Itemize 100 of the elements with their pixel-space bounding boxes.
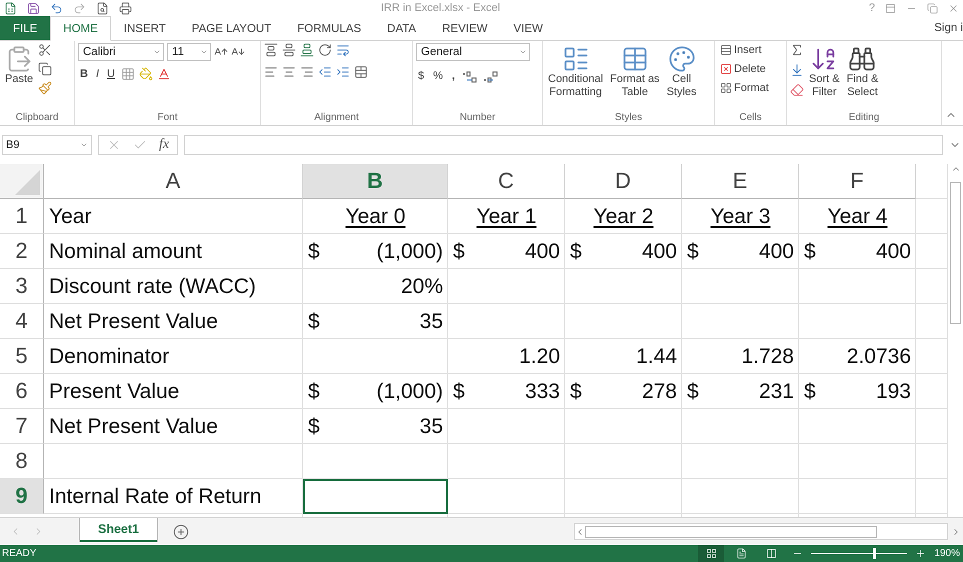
print-preview-icon[interactable]	[96, 2, 109, 14]
cell-value: 193	[876, 380, 911, 404]
decrease-indent-icon[interactable]	[318, 65, 332, 79]
row-label: Denominator	[48, 344, 170, 370]
delete-icon	[720, 63, 732, 75]
caret-icon	[153, 48, 161, 56]
horizontal-scrollbar[interactable]	[574, 523, 948, 540]
percent-button[interactable]: %	[431, 69, 445, 83]
column-header[interactable]: C	[448, 164, 565, 199]
bold-button[interactable]: B	[78, 67, 90, 81]
bottom-align-icon[interactable]	[300, 43, 314, 57]
caret-icon	[200, 48, 208, 56]
save-icon[interactable]	[27, 2, 40, 14]
active-cell[interactable]	[303, 479, 448, 514]
currency-sign: $	[570, 380, 582, 404]
cell-value: 400	[524, 240, 560, 264]
number-format-field[interactable]: General	[416, 43, 530, 61]
styles-button[interactable]: Format as Table	[608, 43, 662, 101]
file-tab[interactable]: FILE	[0, 16, 50, 40]
align-right-icon[interactable]	[300, 65, 314, 79]
font-name-field[interactable]: Calibri	[78, 43, 164, 61]
sheet-tab[interactable]: Sheet1	[80, 518, 157, 542]
column-heading: Year 2	[594, 204, 654, 228]
cell-value: 35	[420, 310, 443, 334]
excel-logo-icon	[4, 2, 17, 14]
group-label: Editing	[848, 111, 880, 125]
column-header[interactable]: B	[303, 164, 448, 199]
align-center-icon[interactable]	[282, 65, 296, 79]
row-label: Discount rate (WACC)	[48, 274, 257, 300]
paste-button[interactable]: Paste	[3, 43, 36, 88]
view-button[interactable]	[698, 545, 724, 562]
table-cell-text: 1.20	[518, 344, 561, 370]
editing-button[interactable]: Sort & Filter	[807, 43, 842, 101]
sum-icon[interactable]	[790, 43, 804, 57]
currency-button[interactable]: $	[416, 69, 426, 83]
caret-icon	[80, 141, 88, 149]
new-sheet-icon[interactable]	[173, 524, 189, 540]
row-header[interactable]: 9	[0, 479, 44, 514]
cell-value: 278	[642, 380, 677, 404]
insert-function-button[interactable]: fx	[159, 137, 170, 153]
eraser-icon[interactable]	[790, 83, 804, 97]
name-box[interactable]: B9	[2, 135, 92, 155]
table-cell-text: 20%	[400, 274, 444, 300]
decrease-decimal-icon[interactable]	[482, 69, 499, 83]
cell-value: 35	[420, 414, 443, 438]
orientation-icon[interactable]	[318, 43, 332, 57]
column-heading: Year 3	[710, 204, 770, 228]
formula-field[interactable]	[184, 135, 943, 155]
underline-button[interactable]: U	[105, 67, 117, 81]
align-left-icon[interactable]	[264, 65, 278, 79]
comma-button[interactable]: ,	[450, 69, 457, 83]
fill-icon[interactable]	[790, 63, 804, 77]
format-painter-icon[interactable]	[38, 81, 52, 95]
currency-sign: $	[453, 380, 465, 404]
font-size-field[interactable]: 11	[167, 43, 211, 61]
increase-indent-icon[interactable]	[336, 65, 350, 79]
window-title: IRR in Excel.xlsx - Excel	[380, 2, 502, 14]
copy-icon[interactable]	[38, 62, 52, 76]
close-icon[interactable]	[948, 2, 959, 14]
row-label: Net Present Value	[48, 414, 219, 440]
table-icon	[620, 45, 649, 73]
table-cell-text: 1.44	[635, 344, 678, 370]
column-header[interactable]: A	[44, 164, 303, 199]
styles-button[interactable]: Conditional Formatting	[546, 43, 606, 101]
top-align-icon[interactable]	[264, 43, 278, 57]
cut-icon[interactable]	[38, 43, 52, 57]
editing-button[interactable]: Find & Select	[844, 43, 880, 101]
styles-button[interactable]: Cell Styles	[664, 43, 699, 101]
sign-in-link[interactable]: Sign i	[934, 22, 963, 34]
currency-sign: $	[687, 240, 699, 264]
increase-decimal-icon[interactable]	[462, 69, 478, 83]
caret-icon	[519, 48, 527, 56]
column-header[interactable]: E	[682, 164, 799, 199]
ribbon-display-icon[interactable]	[885, 2, 896, 14]
column-header[interactable]: D	[565, 164, 682, 199]
zoom-in-icon[interactable]	[915, 548, 926, 559]
vertical-scrollbar[interactable]	[947, 164, 963, 517]
zoom-slider-thumb[interactable]	[872, 548, 876, 559]
undo-icon[interactable]	[50, 2, 63, 14]
table-cell-text: 2.0736	[846, 344, 912, 370]
cell-value: 231	[758, 380, 794, 404]
column-header[interactable]: F	[799, 164, 916, 199]
group-label: Styles	[614, 111, 644, 125]
columns-icon	[766, 548, 777, 559]
currency-sign: $	[308, 380, 320, 404]
middle-align-icon[interactable]	[282, 43, 296, 57]
ribbon-tab[interactable]: HOME	[50, 16, 111, 41]
cells-button[interactable]: Delete	[718, 62, 771, 76]
wrap-text-icon[interactable]	[336, 43, 350, 57]
restore-icon[interactable]	[927, 2, 938, 14]
printer-icon[interactable]	[119, 2, 132, 14]
zoom-level[interactable]: 190%	[934, 548, 960, 559]
fill-color-icon[interactable]	[138, 67, 153, 81]
row-label: Net Present Value	[48, 308, 219, 334]
cells-button[interactable]: Insert	[718, 43, 771, 57]
borders-icon[interactable]	[120, 67, 135, 81]
italic-button[interactable]: I	[94, 67, 102, 81]
font-color-icon[interactable]	[156, 67, 171, 81]
cells-button[interactable]: Format	[718, 81, 771, 95]
column-heading: Year 4	[828, 204, 888, 228]
